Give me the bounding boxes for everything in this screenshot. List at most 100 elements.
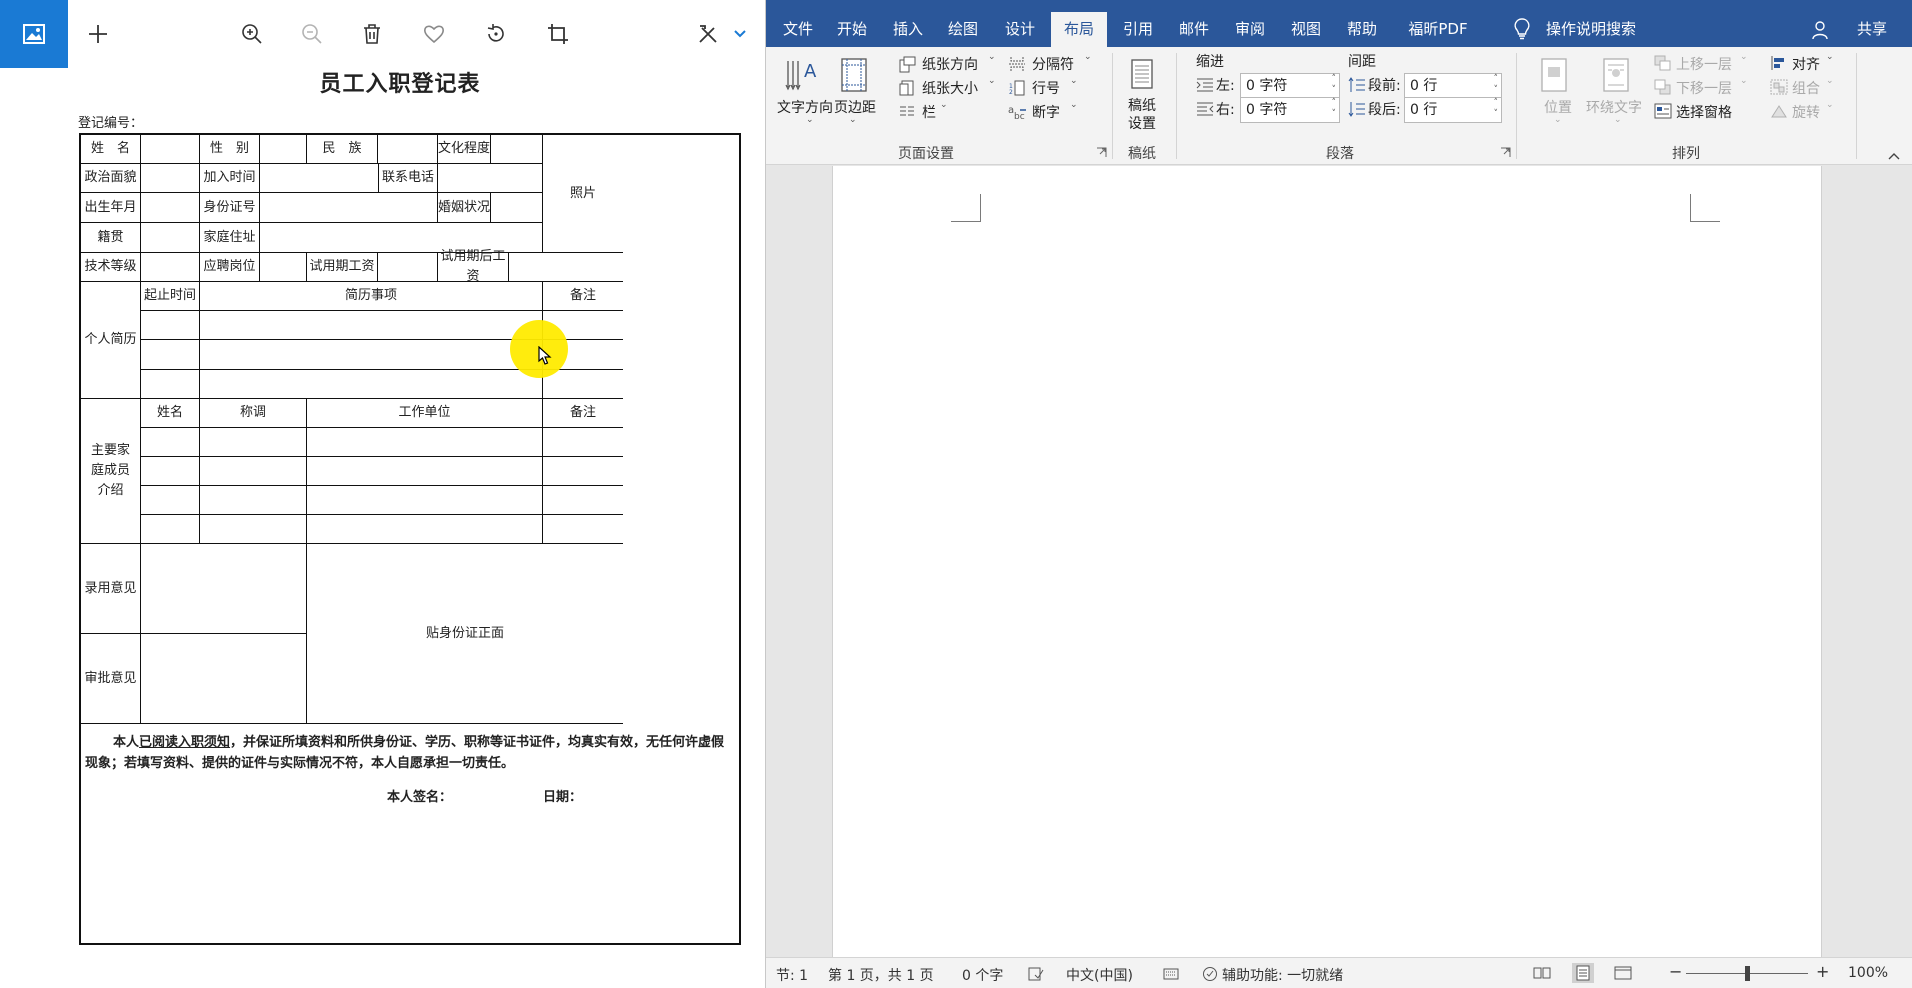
- tab-review[interactable]: 审阅: [1228, 14, 1272, 47]
- page-indicator[interactable]: 第 1 页，共 1 页: [828, 965, 934, 985]
- rotate-icon[interactable]: [476, 14, 516, 54]
- registration-number-label: 登记编号：: [78, 116, 144, 131]
- align-button[interactable]: 对齐: [1792, 54, 1820, 74]
- accessibility-icon[interactable]: [1202, 966, 1218, 982]
- spacing-after-input[interactable]: 0 行 ˄ ˅: [1404, 97, 1502, 123]
- svg-text:2: 2: [1009, 89, 1013, 96]
- zoom-out-button[interactable]: −: [1669, 962, 1682, 981]
- table-cell: [543, 515, 623, 544]
- photo-icon[interactable]: [0, 0, 68, 68]
- send-backward-icon: [1654, 79, 1671, 95]
- spinner-arrows-icon[interactable]: ˄ ˅: [1494, 74, 1499, 96]
- trash-icon[interactable]: [352, 14, 392, 54]
- proofing-icon[interactable]: [1028, 967, 1044, 981]
- text-direction-icon: A: [785, 61, 817, 91]
- tab-foxit-pdf[interactable]: 福昕PDF: [1398, 14, 1478, 47]
- wrap-text-icon: [1603, 58, 1629, 92]
- web-layout-icon[interactable]: [1614, 966, 1632, 980]
- table-cell: [200, 311, 543, 340]
- table-cell: [307, 486, 543, 515]
- tab-layout[interactable]: 布局: [1051, 12, 1107, 47]
- columns-icon: [900, 106, 914, 116]
- zoom-slider-thumb[interactable]: [1745, 966, 1750, 981]
- tab-mailings[interactable]: 邮件: [1172, 14, 1216, 47]
- print-layout-icon[interactable]: [1572, 963, 1594, 983]
- section-indicator[interactable]: 节: 1: [776, 965, 808, 985]
- bring-forward-button[interactable]: 上移一层: [1676, 54, 1732, 74]
- crop-icon[interactable]: [538, 14, 578, 54]
- table-cell: [307, 428, 543, 457]
- edit-icon[interactable]: [688, 14, 758, 54]
- cell-family-name-label: 姓名: [141, 399, 200, 428]
- tab-view[interactable]: 视图: [1284, 14, 1328, 47]
- wrap-text-button[interactable]: 环绕文字: [1586, 97, 1642, 117]
- tab-design[interactable]: 设计: [998, 14, 1042, 47]
- declaration-pre: 本人: [113, 735, 140, 750]
- position-button[interactable]: 位置: [1544, 97, 1572, 117]
- share-button[interactable]: 共享: [1857, 14, 1887, 44]
- dialog-launcher-icon[interactable]: [1500, 147, 1511, 158]
- spinner-arrows-icon[interactable]: ˄ ˅: [1494, 98, 1499, 120]
- collapse-ribbon-icon[interactable]: [1887, 151, 1901, 161]
- hyphenation-button[interactable]: 断字: [1032, 102, 1060, 122]
- language-indicator[interactable]: 中文(中国): [1066, 965, 1133, 985]
- spacing-after-value: 0 行: [1410, 102, 1438, 118]
- chevron-down-icon: ⌄: [849, 115, 857, 125]
- tab-insert[interactable]: 插入: [886, 14, 930, 47]
- selection-pane-button[interactable]: 选择窗格: [1676, 102, 1732, 122]
- hyphenation-icon: abc: [1008, 105, 1026, 121]
- indent-left-input[interactable]: 0 字符 ˄ ˅: [1240, 73, 1340, 99]
- cell-position-label: 应聘岗位: [200, 253, 260, 282]
- zoom-level[interactable]: 100%: [1848, 965, 1888, 981]
- page-size-button[interactable]: 纸张大小: [922, 78, 978, 98]
- keyboard-icon[interactable]: [1163, 967, 1179, 981]
- indent-right-input[interactable]: 0 字符 ˄ ˅: [1240, 97, 1340, 123]
- table-cell: [543, 370, 623, 399]
- group-objects-button[interactable]: 组合: [1792, 78, 1820, 98]
- draft-setup-button[interactable]: 稿纸 设置: [1128, 97, 1156, 133]
- plus-icon[interactable]: [78, 14, 118, 54]
- word-window: 文件 开始 插入 绘图 设计 布局 引用 邮件 审阅 视图 帮助 福昕PDF 操…: [765, 0, 1912, 988]
- spinner-arrows-icon[interactable]: ˄ ˅: [1332, 74, 1337, 96]
- spacing-before-label: 段前:: [1368, 78, 1401, 94]
- send-backward-button[interactable]: 下移一层: [1676, 78, 1732, 98]
- cell-ethnicity-value: [378, 135, 438, 164]
- accessibility-status[interactable]: 辅助功能: 一切就绪: [1222, 965, 1343, 985]
- tab-help[interactable]: 帮助: [1340, 14, 1384, 47]
- cell-employer-label: 工作单位: [307, 399, 543, 428]
- vertical-scrollbar[interactable]: [1897, 166, 1912, 957]
- tab-references[interactable]: 引用: [1116, 14, 1160, 47]
- paragraph-group-label: 段落: [1326, 146, 1354, 162]
- columns-button[interactable]: 栏: [922, 102, 936, 122]
- group-objects-icon: [1770, 79, 1788, 95]
- cell-birth-value: [141, 193, 200, 223]
- text-direction-button[interactable]: 文字方向: [777, 97, 833, 117]
- bring-forward-icon: [1654, 55, 1671, 71]
- dialog-launcher-icon[interactable]: [1096, 147, 1107, 158]
- cell-phone-label: 联系电话: [379, 164, 438, 193]
- margins-button[interactable]: 页边距: [834, 97, 876, 117]
- zoom-in-button[interactable]: +: [1816, 962, 1829, 981]
- line-numbers-button[interactable]: 行号: [1032, 78, 1060, 98]
- tab-file[interactable]: 文件: [778, 14, 818, 47]
- spacing-before-input[interactable]: 0 行 ˄ ˅: [1404, 73, 1502, 99]
- tell-me-search[interactable]: 操作说明搜索: [1546, 14, 1636, 44]
- table-cell: [141, 370, 200, 399]
- tab-home[interactable]: 开始: [830, 14, 874, 47]
- word-count[interactable]: 0 个字: [962, 965, 1003, 985]
- cell-resume-label: 个人简历: [81, 282, 141, 399]
- table-cell: [141, 311, 200, 340]
- heart-icon[interactable]: [414, 14, 454, 54]
- breaks-button[interactable]: 分隔符: [1032, 54, 1074, 74]
- rotate-objects-button[interactable]: 旋转: [1792, 102, 1820, 122]
- zoom-out-icon[interactable]: [292, 14, 332, 54]
- spinner-arrows-icon[interactable]: ˄ ˅: [1332, 98, 1337, 120]
- orientation-button[interactable]: 纸张方向: [922, 54, 978, 74]
- read-mode-icon[interactable]: [1533, 966, 1551, 980]
- cell-tech-level-label: 技术等级: [81, 253, 141, 282]
- page-setup-group-label: 页面设置: [898, 146, 954, 162]
- tab-draw[interactable]: 绘图: [941, 14, 985, 47]
- zoom-in-icon[interactable]: [232, 14, 272, 54]
- document-page[interactable]: [832, 166, 1822, 957]
- cell-join-date-label: 加入时间: [200, 164, 260, 193]
